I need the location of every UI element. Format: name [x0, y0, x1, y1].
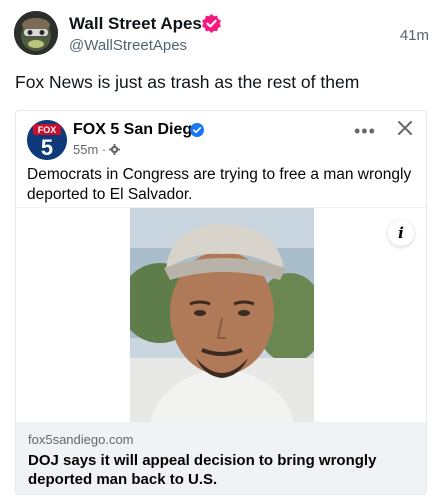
post-image-area[interactable]: i [16, 207, 426, 423]
author-avatar[interactable] [14, 11, 58, 55]
facebook-verified-icon [190, 123, 204, 137]
link-domain: fox5sandiego.com [28, 432, 134, 447]
logo-text-fox: FOX [38, 125, 57, 135]
link-title[interactable]: DOJ says it will appeal decision to brin… [28, 451, 418, 489]
embedded-facebook-post[interactable]: FOX 5 FOX 5 San Diego 55m · ••• Democrat… [15, 110, 427, 495]
author-handle[interactable]: @WallStreetApes [69, 37, 187, 54]
tweet-header: Wall Street Apes @WallStreetApes 41m [0, 0, 443, 68]
close-icon[interactable] [396, 119, 414, 137]
privacy-gear-icon [109, 143, 121, 155]
tweet-timestamp[interactable]: 41m [400, 27, 429, 44]
tweet-text: Fox News is just as trash as the rest of… [15, 72, 360, 92]
verified-badge-icon [201, 13, 222, 34]
post-meta: 55m · [73, 142, 121, 157]
info-icon[interactable]: i [388, 220, 414, 246]
link-preview[interactable]: fox5sandiego.com DOJ says it will appeal… [16, 422, 426, 494]
post-photo[interactable] [130, 208, 314, 423]
fox5-logo[interactable]: FOX 5 [27, 120, 67, 160]
post-header: FOX 5 FOX 5 San Diego 55m · ••• Democrat… [16, 111, 426, 211]
page-name[interactable]: FOX 5 San Diego [73, 121, 202, 139]
more-options-icon[interactable]: ••• [354, 121, 376, 142]
logo-text-5: 5 [41, 135, 53, 160]
author-name[interactable]: Wall Street Apes [69, 14, 202, 34]
post-text: Democrats in Congress are trying to free… [27, 166, 412, 203]
post-time[interactable]: 55m · [73, 142, 106, 157]
